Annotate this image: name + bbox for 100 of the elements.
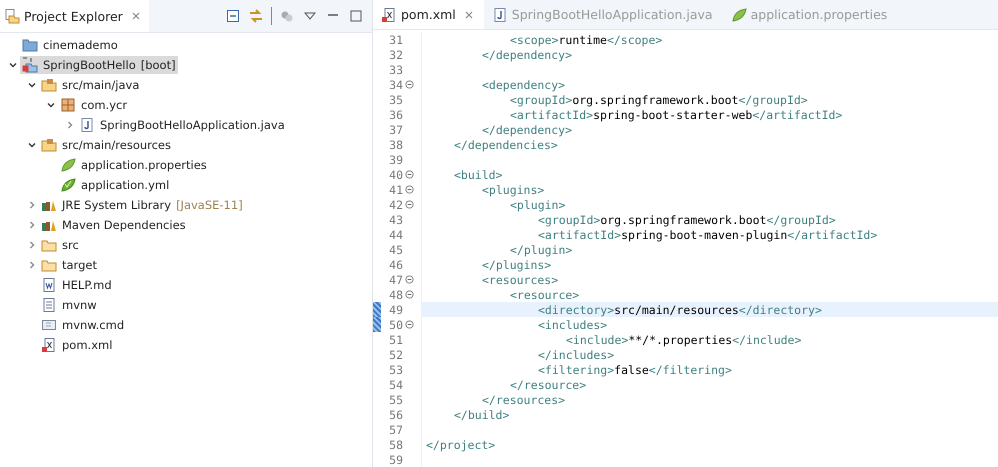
code-line: <build> (453, 168, 502, 182)
code-line: <directory>src/main/resources</directory> (537, 302, 822, 316)
tree-item[interactable]: cinemademo (20, 36, 120, 54)
expanded-chevron-icon[interactable] (8, 60, 18, 70)
tree-item[interactable]: application.yml (58, 176, 172, 194)
code-line: <plugins> (481, 182, 544, 196)
code-line: </project> (426, 438, 496, 452)
code-line: <resource> (509, 288, 580, 302)
tree-item[interactable]: application.properties (58, 156, 209, 174)
tree-item[interactable]: target (39, 256, 99, 274)
collapsed-chevron-icon[interactable] (27, 220, 37, 230)
leaf-icon (60, 177, 76, 193)
xml-file-icon (381, 6, 397, 22)
code-line: <plugin> (509, 198, 566, 212)
leaf-icon (730, 6, 747, 22)
code-line: <include>**/*.properties</include> (565, 332, 802, 346)
line-number: 38 (388, 138, 403, 152)
close-icon[interactable] (130, 11, 141, 21)
editor-tab[interactable]: pom.xml (373, 0, 484, 29)
code-line: </resources> (481, 392, 566, 406)
expanded-chevron-icon[interactable] (27, 140, 37, 150)
line-number: 36 (388, 108, 403, 122)
maximize-icon[interactable] (348, 8, 364, 24)
tree-item[interactable]: mvnw (39, 296, 99, 314)
code-line: </plugin> (509, 242, 572, 256)
expanded-chevron-icon[interactable] (46, 100, 56, 110)
explorer-icon (4, 8, 20, 24)
line-number: 35 (388, 92, 403, 106)
line-number: 48 (388, 288, 403, 302)
line-number: 57 (388, 422, 403, 436)
line-number: 43 (388, 212, 403, 226)
line-number: 59 (388, 452, 403, 466)
tree-item[interactable]: JRE System Library [JavaSE-11] (39, 196, 245, 214)
fold-icon[interactable] (404, 290, 414, 299)
line-number: 42 (388, 198, 403, 212)
code-line: <scope>runtime</scope> (509, 32, 662, 46)
xml-file-icon (41, 337, 57, 353)
collapsed-chevron-icon[interactable] (27, 240, 37, 250)
line-number: 52 (388, 348, 403, 362)
fold-icon[interactable] (404, 275, 414, 284)
line-number: 46 (388, 258, 403, 272)
line-number: 33 (388, 62, 403, 76)
code-line: </build> (453, 408, 510, 422)
fold-icon[interactable] (404, 80, 414, 89)
package-icon (60, 97, 76, 113)
project-explorer-tab[interactable]: Project Explorer (0, 0, 149, 32)
code-line: </dependency> (481, 48, 572, 62)
line-number: 50 (388, 318, 403, 332)
code-line: </plugins> (481, 258, 552, 272)
java-file-icon (492, 6, 508, 22)
collapsed-chevron-icon[interactable] (27, 260, 37, 270)
collapse-all-icon[interactable] (225, 8, 241, 24)
tree-item[interactable]: com.ycr (58, 96, 130, 114)
line-number: 39 (388, 152, 403, 166)
tree-item[interactable]: SpringBootHelloApplication.java (77, 116, 287, 134)
tree-item[interactable]: SpringBootHello [boot] (20, 56, 178, 74)
tree-item[interactable]: src/main/java (39, 76, 142, 94)
java-file-icon (79, 117, 95, 133)
tree-item[interactable]: pom.xml (39, 336, 114, 354)
leaf-icon (60, 157, 76, 173)
expanded-chevron-icon[interactable] (27, 80, 37, 90)
package-folder-icon (41, 77, 57, 93)
tree-item[interactable]: src/main/resources (39, 136, 174, 154)
code-line: <filtering>false</filtering> (537, 362, 732, 376)
code-line: <groupId>org.springframework.boot</groupId> (509, 92, 808, 106)
line-number: 55 (388, 392, 403, 406)
project-icon (22, 57, 38, 73)
code-line: </dependency> (481, 122, 572, 136)
script-file-icon (41, 317, 57, 333)
tree-item[interactable]: mvnw.cmd (39, 316, 126, 334)
code-line: <resources> (481, 272, 558, 286)
tree-item[interactable]: HELP.md (39, 276, 114, 294)
code-line: <dependency> (481, 78, 566, 92)
line-number: 44 (388, 228, 403, 242)
line-number: 45 (388, 242, 403, 256)
fold-icon[interactable] (404, 320, 414, 329)
code-line: <includes> (537, 318, 608, 332)
line-number: 53 (388, 362, 403, 376)
code-line: </dependencies> (453, 138, 558, 152)
line-number: 47 (388, 272, 403, 286)
line-number: 40 (388, 168, 403, 182)
tree-item[interactable]: Maven Dependencies (39, 216, 188, 234)
line-number: 41 (388, 182, 403, 196)
tree-item[interactable]: src (39, 236, 81, 254)
line-number: 49 (388, 302, 403, 316)
package-folder-icon (41, 137, 57, 153)
code-line: </resource> (509, 378, 586, 392)
fold-icon[interactable] (404, 170, 414, 179)
line-number: 34 (388, 78, 403, 92)
code-line: <groupId>org.springframework.boot</groupId> (537, 212, 836, 226)
close-icon[interactable] (464, 10, 474, 20)
fold-icon[interactable] (404, 185, 414, 194)
fold-icon[interactable] (404, 200, 414, 209)
code-line: <artifactId>spring-boot-maven-plugin</artifactId> (537, 228, 878, 242)
line-number: 32 (388, 48, 403, 62)
line-number: 56 (388, 408, 403, 422)
collapsed-chevron-icon[interactable] (27, 200, 37, 210)
line-number: 51 (388, 332, 403, 346)
line-number: 58 (388, 438, 403, 452)
collapsed-chevron-icon[interactable] (65, 120, 75, 130)
